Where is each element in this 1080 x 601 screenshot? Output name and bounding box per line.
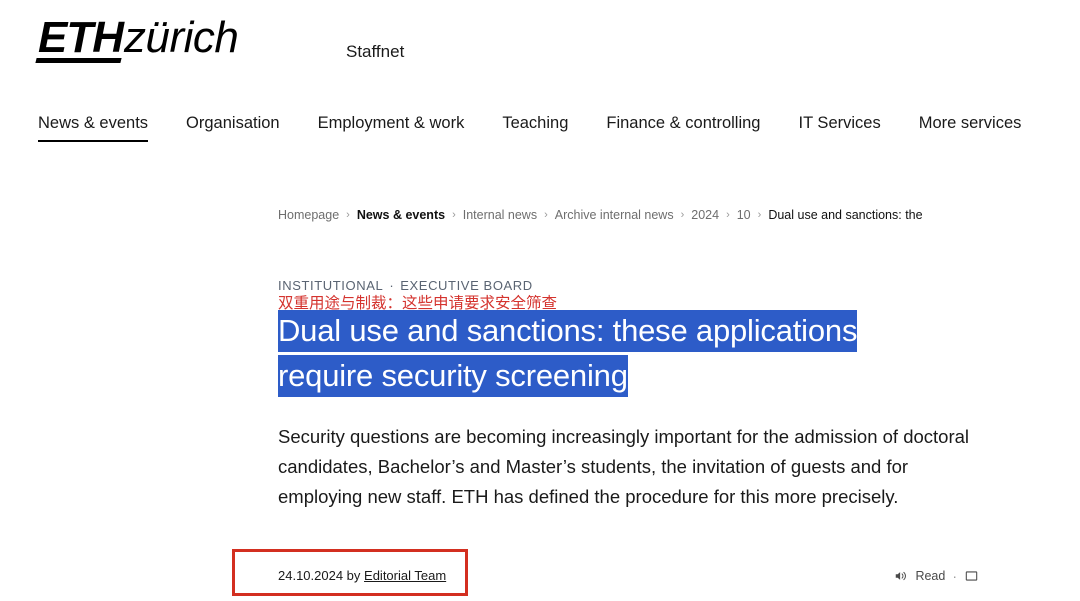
main-navigation: News & events Organisation Employment & … bbox=[38, 114, 1080, 142]
breadcrumb-item-archive-internal-news[interactable]: Archive internal news bbox=[555, 208, 674, 222]
breadcrumb-item-homepage[interactable]: Homepage bbox=[278, 208, 339, 222]
kicker-category-executive-board[interactable]: EXECUTIVE BOARD bbox=[400, 278, 533, 293]
read-aloud-label[interactable]: Read bbox=[915, 569, 945, 583]
breadcrumb-separator-icon: › bbox=[757, 209, 762, 221]
breadcrumb-item-news-events[interactable]: News & events bbox=[357, 208, 445, 222]
article-kicker: INSTITUTIONAL · EXECUTIVE BOARD bbox=[278, 278, 978, 293]
article-author-link[interactable]: Editorial Team bbox=[364, 568, 446, 583]
kicker-dot-separator: · bbox=[389, 278, 395, 293]
publication-date: 24.10.2024 by bbox=[278, 568, 361, 583]
site-header: ETH zürich Staffnet bbox=[0, 0, 1080, 100]
breadcrumb-separator-icon: › bbox=[452, 209, 456, 221]
article-content: Homepage › News & events › Internal news… bbox=[278, 206, 978, 531]
article-byline: 24.10.2024 by Editorial Team bbox=[278, 568, 446, 583]
title-translation-overlay: 双重用途与制裁：这些申请要求安全筛查 bbox=[278, 294, 558, 312]
page-title-line-2: require security screening bbox=[278, 355, 628, 398]
nav-item-it-services[interactable]: IT Services bbox=[798, 114, 880, 142]
page-title: Dual use and sanctions: these applicatio… bbox=[278, 308, 968, 398]
tools-dot-separator: · bbox=[952, 568, 957, 584]
speaker-icon[interactable] bbox=[894, 569, 908, 583]
breadcrumb-item-current-article: Dual use and sanctions: the bbox=[768, 208, 923, 222]
nav-item-teaching[interactable]: Teaching bbox=[502, 114, 568, 142]
nav-item-more-services[interactable]: More services bbox=[919, 114, 1022, 142]
eth-zurich-logo[interactable]: ETH zürich bbox=[38, 13, 239, 62]
breadcrumb-separator-icon: › bbox=[726, 209, 730, 221]
breadcrumb: Homepage › News & events › Internal news… bbox=[278, 206, 968, 224]
article-lead-paragraph: Security questions are becoming increasi… bbox=[278, 426, 970, 508]
kicker-category-institutional[interactable]: INSTITUTIONAL bbox=[278, 278, 383, 293]
nav-item-finance-controlling[interactable]: Finance & controlling bbox=[606, 114, 760, 142]
comment-icon[interactable] bbox=[964, 569, 978, 583]
breadcrumb-separator-icon: › bbox=[544, 209, 548, 221]
article-tools: Read · bbox=[894, 569, 978, 583]
nav-item-employment-work[interactable]: Employment & work bbox=[318, 114, 465, 142]
breadcrumb-separator-icon: › bbox=[346, 209, 350, 221]
article-meta-row: 24.10.2024 by Editorial Team Read · bbox=[278, 568, 978, 592]
logo-zurich-text: zürich bbox=[124, 13, 239, 62]
breadcrumb-item-2024[interactable]: 2024 bbox=[691, 208, 719, 222]
breadcrumb-item-internal-news[interactable]: Internal news bbox=[463, 208, 537, 222]
breadcrumb-separator-icon: › bbox=[680, 209, 685, 221]
nav-item-news-events[interactable]: News & events bbox=[38, 114, 149, 142]
portal-name[interactable]: Staffnet bbox=[346, 42, 404, 62]
page-title-line-1: Dual use and sanctions: these applicatio… bbox=[278, 310, 857, 353]
breadcrumb-item-10[interactable]: 10 bbox=[737, 208, 751, 222]
nav-item-organisation[interactable]: Organisation bbox=[186, 114, 280, 142]
logo-eth-text: ETH bbox=[38, 13, 124, 62]
